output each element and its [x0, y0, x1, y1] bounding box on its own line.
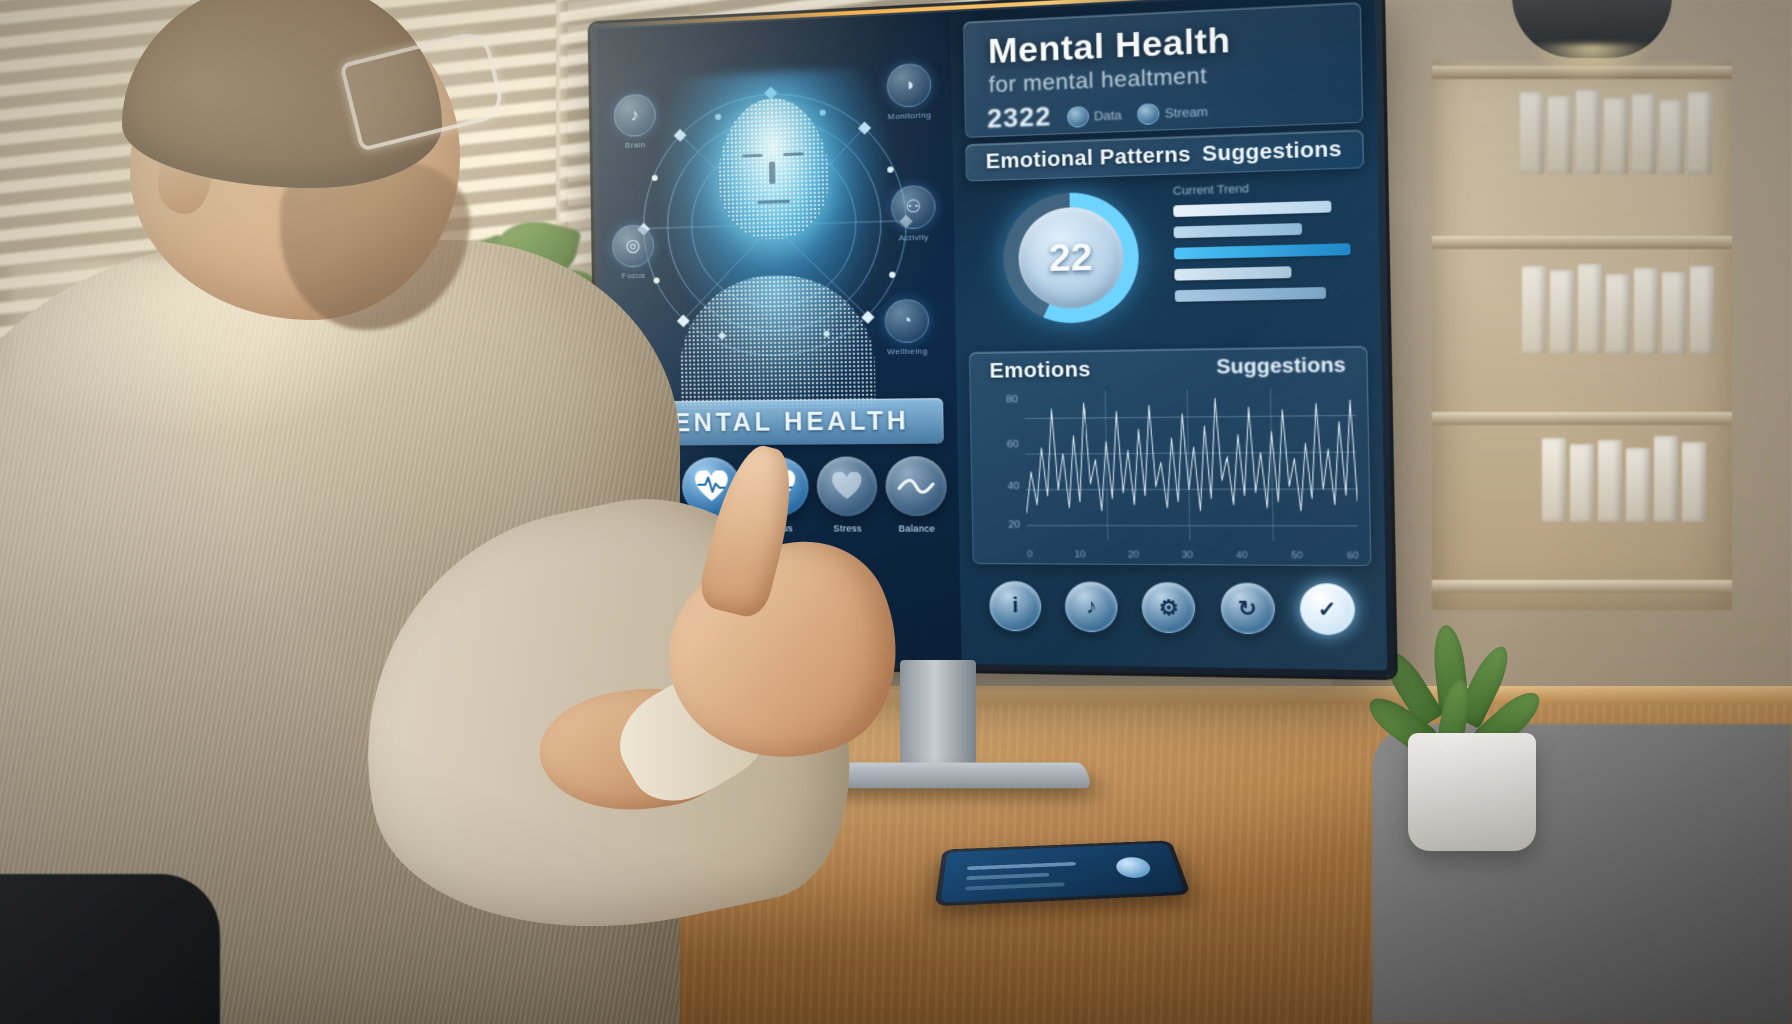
- tile-stress[interactable]: Stress: [814, 456, 880, 534]
- emotions-title: Emotions: [989, 358, 1091, 383]
- chair-back-left: [0, 874, 220, 1024]
- lamp-glow: [1530, 44, 1654, 84]
- office-scene: ♪ Brain ◎ Focus ◑ Monitoring ⚇ Activity: [0, 0, 1792, 1024]
- refresh-icon: ↻: [1237, 596, 1258, 621]
- heart-pulse-icon: [816, 456, 878, 517]
- header-chip-label: Data: [1093, 107, 1122, 124]
- balance-icon: [885, 456, 948, 517]
- emotions-suggestions-title: Suggestions: [1216, 354, 1347, 379]
- x-tick: 40: [1236, 549, 1248, 561]
- right-panel: Mental Health for mental healtment 2322 …: [949, 0, 1388, 671]
- x-tick: 0: [1027, 548, 1033, 560]
- suggestion-bars: Current Trend: [1173, 179, 1360, 311]
- bell-icon: ♪: [1085, 594, 1098, 618]
- action-button-row: i ♪ ⚙ ↻ ✓: [977, 580, 1368, 636]
- bell-button[interactable]: ♪: [1064, 581, 1119, 633]
- info-icon: i: [1012, 594, 1019, 618]
- y-tick: 40: [1007, 480, 1020, 493]
- share-button[interactable]: ↻: [1219, 582, 1276, 635]
- gauge-zone: 22 Current Trend: [966, 177, 1367, 344]
- y-tick: 80: [1005, 394, 1019, 406]
- phone-app-icon: [1114, 856, 1154, 879]
- suggestion-bar: [1173, 200, 1332, 218]
- check-button[interactable]: ✓: [1299, 582, 1356, 636]
- x-tick: 60: [1346, 549, 1359, 561]
- x-tick: 20: [1127, 549, 1140, 560]
- header-stats: 2322 Data Stream: [987, 90, 1346, 135]
- x-tick: 30: [1181, 549, 1194, 560]
- suggestion-bar: [1173, 222, 1303, 239]
- x-tick: 50: [1291, 549, 1303, 561]
- bars-caption: Current Trend: [1172, 182, 1250, 198]
- plant-pot-right: [1408, 733, 1536, 851]
- suggestion-bar: [1174, 266, 1292, 281]
- header-stat-number: 2322: [986, 102, 1052, 134]
- emotional-patterns-title: Emotional Patterns: [985, 143, 1192, 174]
- header-chip-data[interactable]: Data: [1066, 104, 1122, 128]
- chart-y-axis: 80 60 40 20: [979, 392, 1022, 540]
- binders-top: [1520, 90, 1712, 174]
- y-tick: 20: [1008, 519, 1021, 531]
- tile-balance[interactable]: Balance: [883, 456, 950, 534]
- header-chip-label: Stream: [1164, 103, 1209, 121]
- emotional-patterns-bar: Emotional Patterns Suggestions: [965, 129, 1365, 182]
- gear-icon: ⚙: [1158, 596, 1180, 620]
- wave-icon: [1136, 102, 1160, 125]
- tile-label: Balance: [898, 523, 936, 534]
- cloud-icon: [1066, 105, 1089, 128]
- settings-button[interactable]: ⚙: [1141, 581, 1197, 634]
- emotions-chart: 80 60 40 20 0 10 20 30 40 50 60: [1006, 388, 1358, 561]
- phone-screen: [940, 843, 1185, 903]
- chart-plot: [1024, 388, 1358, 541]
- monitor-icon: ◑: [903, 74, 915, 95]
- info-button[interactable]: i: [989, 580, 1042, 632]
- gauge-value: 22: [1048, 235, 1093, 280]
- check-icon: ✓: [1317, 597, 1338, 622]
- suggestion-bar: [1174, 286, 1326, 302]
- side-label-wellbeing: Wellbeing: [886, 346, 928, 357]
- binders-mid: [1522, 262, 1714, 354]
- y-tick: 60: [1006, 439, 1019, 451]
- gauge-inner: 22: [1017, 205, 1125, 310]
- tile-label: Stress: [833, 523, 862, 534]
- suggestions-title: Suggestions: [1201, 137, 1343, 167]
- person: [0, 0, 931, 1024]
- header-chip-stream[interactable]: Stream: [1136, 101, 1209, 125]
- activity-icon: ⚇: [904, 196, 922, 217]
- emotions-card: Emotions Suggestions 80 60 40 20 0 10 20…: [968, 345, 1372, 567]
- x-tick: 10: [1074, 548, 1086, 560]
- header-card: Mental Health for mental healtment 2322 …: [962, 1, 1364, 138]
- suggestion-bar: [1173, 243, 1352, 260]
- monitor-stand-neck: [900, 660, 976, 770]
- chart-x-axis: 0 10 20 30 40 50 60: [1027, 549, 1359, 561]
- emotional-gauge: 22: [1002, 190, 1140, 325]
- binders-low: [1542, 436, 1706, 522]
- wellness-icon: ◔: [901, 310, 913, 331]
